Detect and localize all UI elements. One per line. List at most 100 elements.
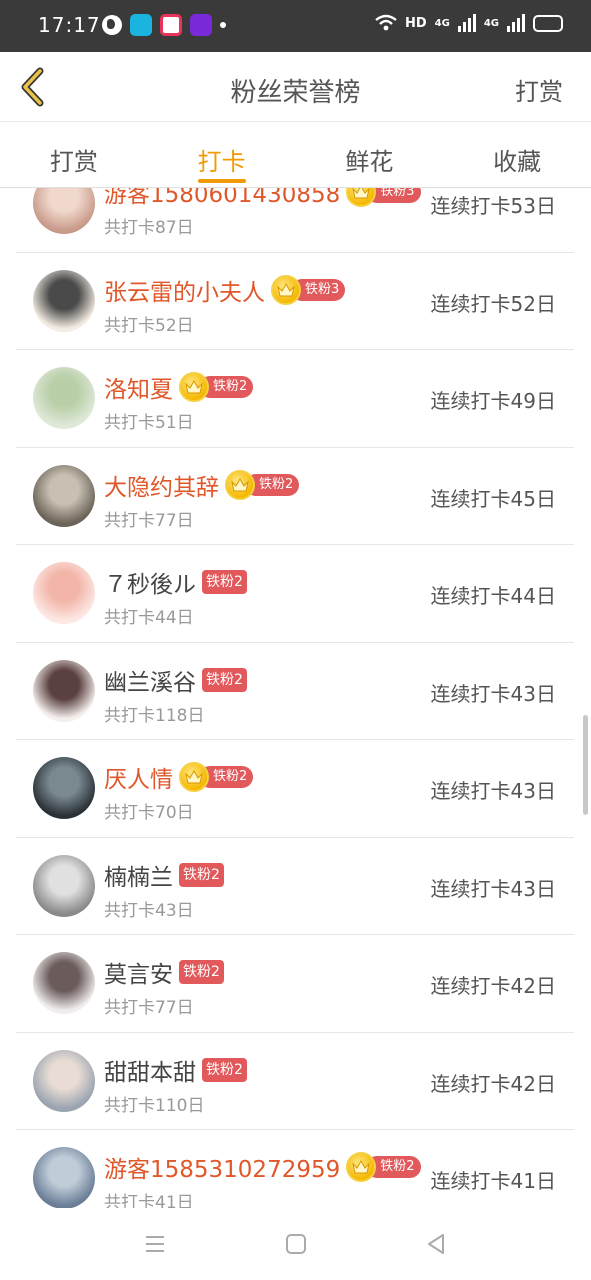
name-line: 楠楠兰 铁粉2 xyxy=(104,858,224,892)
total-checkin-days: 共打卡77日 xyxy=(104,510,194,531)
crown-icon xyxy=(225,469,255,500)
scrollbar[interactable] xyxy=(583,715,588,815)
status-time: 17:17 xyxy=(38,13,101,37)
name-line: 幽兰溪谷 铁粉2 xyxy=(104,663,247,697)
active-tab-indicator xyxy=(197,179,246,183)
name-line: 大隐约其辞 铁粉2 xyxy=(104,468,300,502)
fan-name[interactable]: 大隐约其辞 xyxy=(104,468,219,502)
fan-name[interactable]: 游客1585310272959 xyxy=(104,1150,340,1184)
avatar[interactable] xyxy=(33,757,95,819)
page-title: 粉丝荣誉榜 xyxy=(230,78,361,108)
fan-name[interactable]: 游客1580601430858 xyxy=(104,188,340,209)
total-checkin-days: 共打卡52日 xyxy=(104,315,194,336)
avatar[interactable] xyxy=(33,952,95,1014)
fan-name[interactable]: 甜甜本甜 xyxy=(104,1053,196,1087)
name-line: 厌人情 铁粉2 xyxy=(104,760,254,794)
tab-favorites[interactable]: 收藏 xyxy=(443,122,591,187)
fan-row[interactable]: 楠楠兰 铁粉2 共打卡43日 连续打卡43日 xyxy=(16,838,574,935)
consecutive-checkin-days: 连续打卡45日 xyxy=(430,486,556,511)
consecutive-checkin-days: 连续打卡52日 xyxy=(430,291,556,316)
fan-list: 游客1580601430858 铁粉3 共打卡87日 连续打卡53日 张云雷的小… xyxy=(16,188,574,1208)
consecutive-checkin-days: 连续打卡43日 xyxy=(430,681,556,706)
crown-icon xyxy=(346,188,377,207)
fan-row[interactable]: 幽兰溪谷 铁粉2 共打卡118日 连续打卡43日 xyxy=(16,643,574,740)
home-icon[interactable] xyxy=(284,1232,308,1256)
vip-badge: 铁粉3 xyxy=(271,274,346,305)
status-system-icons: HD 4G 4G xyxy=(375,14,563,32)
avatar[interactable] xyxy=(33,269,95,332)
total-checkin-days: 共打卡44日 xyxy=(104,608,194,628)
signal-icon-2 xyxy=(507,14,525,32)
consecutive-checkin-days: 连续打卡53日 xyxy=(430,194,556,218)
name-line: 洛知夏 铁粉2 xyxy=(104,370,254,404)
consecutive-checkin-days: 连续打卡43日 xyxy=(430,779,556,803)
avatar[interactable] xyxy=(33,562,95,624)
camel-app-icon xyxy=(130,14,152,36)
consecutive-checkin-days: 连续打卡43日 xyxy=(430,876,556,901)
fan-name[interactable]: 莫言安 xyxy=(104,955,173,989)
fan-level-badge: 铁粉2 xyxy=(179,862,224,887)
total-checkin-days: 共打卡118日 xyxy=(104,705,205,726)
status-bar: 17:17 HD 4G 4G xyxy=(0,0,591,52)
vip-badge: 铁粉2 xyxy=(346,1152,421,1182)
name-line: 甜甜本甜 铁粉2 xyxy=(104,1053,247,1087)
avatar[interactable] xyxy=(33,464,95,527)
vip-badge: 铁粉3 xyxy=(346,188,421,207)
more-notifications-icon xyxy=(220,22,226,28)
name-line: 游客1585310272959 铁粉2 xyxy=(104,1150,421,1184)
fan-name[interactable]: 洛知夏 xyxy=(104,370,173,404)
total-checkin-days: 共打卡41日 xyxy=(104,1193,194,1208)
fan-name[interactable]: 幽兰溪谷 xyxy=(104,663,196,697)
fan-row[interactable]: 游客1585310272959 铁粉2 共打卡41日 连续打卡41日 xyxy=(16,1130,574,1208)
avatar[interactable] xyxy=(33,854,95,917)
fan-row[interactable]: 张云雷的小夫人 铁粉3 共打卡52日 连续打卡52日 xyxy=(16,253,574,350)
tab-checkin[interactable]: 打卡 xyxy=(148,122,296,187)
signal-icon xyxy=(457,14,476,32)
tab-bar: 打赏 打卡 鲜花 收藏 xyxy=(0,122,591,188)
vip-badge: 铁粉2 xyxy=(225,469,300,500)
globe-icon xyxy=(102,15,122,35)
fan-row[interactable]: 厌人情 铁粉2 共打卡70日 连续打卡43日 xyxy=(16,740,574,838)
crown-icon xyxy=(179,372,209,402)
avatar[interactable] xyxy=(33,659,95,722)
consecutive-checkin-days: 连续打卡44日 xyxy=(430,584,556,608)
fan-name[interactable]: 张云雷的小夫人 xyxy=(104,273,265,307)
fan-name[interactable]: ７秒後ル xyxy=(104,565,196,599)
tab-flowers[interactable]: 鲜花 xyxy=(296,122,444,187)
page-header: 粉丝荣誉榜 打赏 xyxy=(0,52,591,122)
system-nav-bar xyxy=(0,1208,591,1280)
battery-icon xyxy=(533,14,563,32)
status-notification-icons xyxy=(102,14,226,36)
fan-row[interactable]: 莫言安 铁粉2 共打卡77日 连续打卡42日 xyxy=(16,935,574,1033)
tab-label: 鲜花 xyxy=(345,148,394,176)
menu-icon[interactable] xyxy=(143,1232,167,1256)
fan-row[interactable]: 洛知夏 铁粉2 共打卡51日 连续打卡49日 xyxy=(16,350,574,448)
total-checkin-days: 共打卡51日 xyxy=(104,413,194,433)
consecutive-checkin-days: 连续打卡42日 xyxy=(430,974,556,998)
fan-name[interactable]: 楠楠兰 xyxy=(104,858,173,892)
crown-icon xyxy=(346,1152,377,1182)
fan-row[interactable]: ７秒後ル 铁粉2 共打卡44日 连续打卡44日 xyxy=(16,545,574,643)
video-app-icon xyxy=(160,14,182,36)
consecutive-checkin-days: 连续打卡41日 xyxy=(430,1169,556,1193)
avatar[interactable] xyxy=(33,1049,95,1112)
tab-label: 打卡 xyxy=(197,148,246,176)
total-checkin-days: 共打卡77日 xyxy=(104,998,194,1018)
fan-list-viewport[interactable]: 游客1580601430858 铁粉3 共打卡87日 连续打卡53日 张云雷的小… xyxy=(0,188,591,1208)
avatar[interactable] xyxy=(33,367,95,429)
player-app-icon xyxy=(190,14,212,36)
hd-label: HD xyxy=(404,15,427,31)
reward-button[interactable]: 打赏 xyxy=(515,72,563,107)
name-line: 游客1580601430858 铁粉3 xyxy=(104,188,421,209)
fan-row[interactable]: 大隐约其辞 铁粉2 共打卡77日 连续打卡45日 xyxy=(16,448,574,545)
back-nav-icon[interactable] xyxy=(424,1232,448,1256)
fan-row[interactable]: 甜甜本甜 铁粉2 共打卡110日 连续打卡42日 xyxy=(16,1033,574,1130)
avatar[interactable] xyxy=(33,188,95,234)
tab-reward[interactable]: 打赏 xyxy=(0,122,148,187)
fan-row[interactable]: 游客1580601430858 铁粉3 共打卡87日 连续打卡53日 xyxy=(16,188,574,253)
fan-name[interactable]: 厌人情 xyxy=(104,760,173,794)
avatar[interactable] xyxy=(33,1147,95,1208)
name-line: 张云雷的小夫人 铁粉3 xyxy=(104,273,346,307)
fan-level-badge: 铁粉2 xyxy=(202,570,247,594)
total-checkin-days: 共打卡70日 xyxy=(104,803,194,823)
